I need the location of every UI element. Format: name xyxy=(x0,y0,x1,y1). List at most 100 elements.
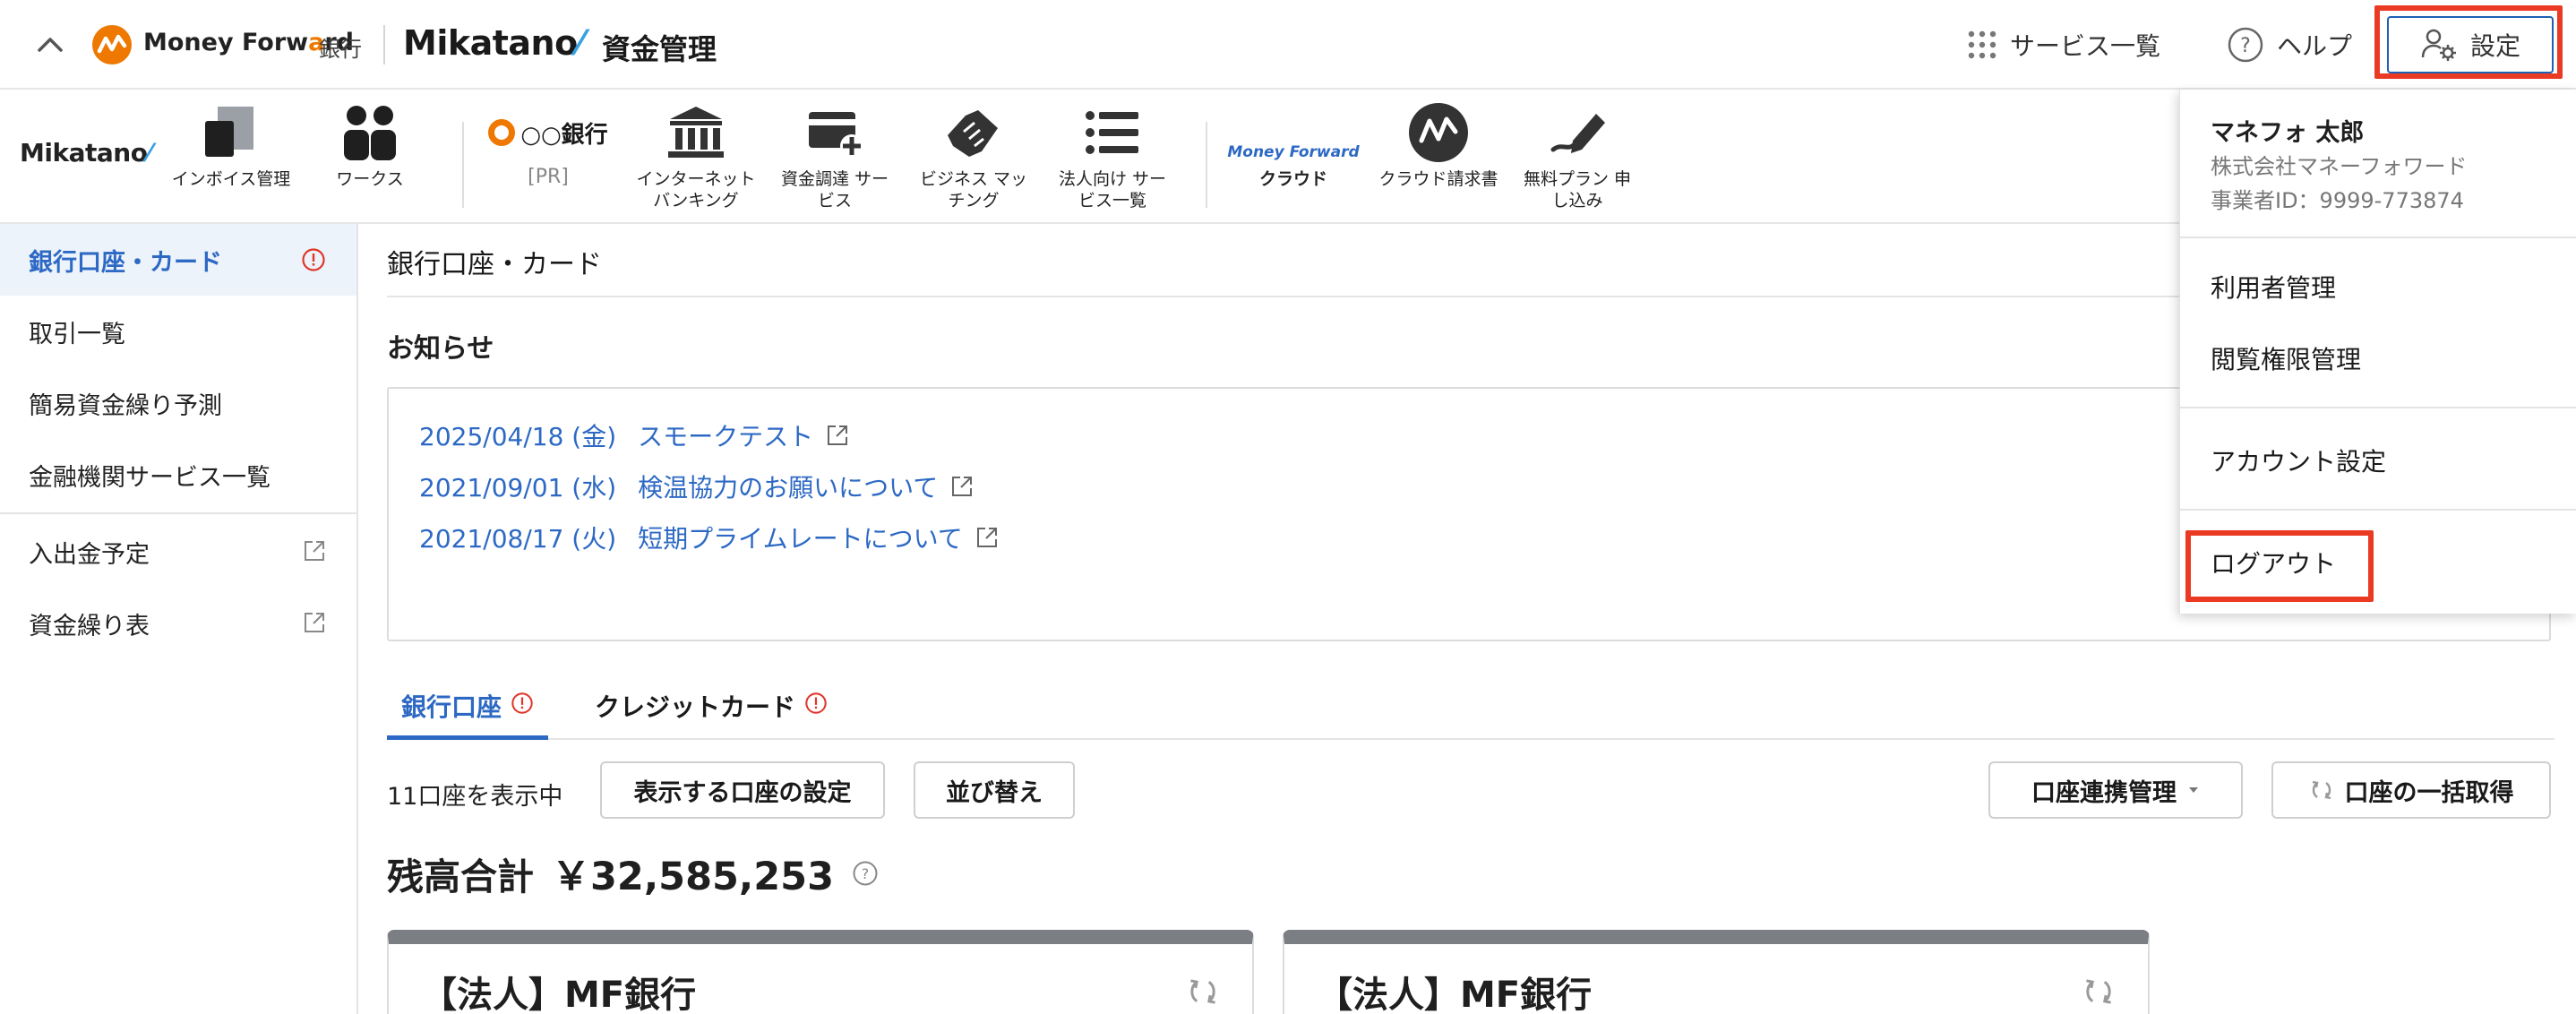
company-name: 株式会社マネーフォワード xyxy=(2211,154,2468,179)
alert-circle-icon xyxy=(511,692,534,715)
menu-divider xyxy=(2180,509,2576,511)
signup-pen-icon xyxy=(1543,99,1611,167)
bank-building-icon xyxy=(662,99,730,167)
service-label: ワークス xyxy=(336,169,404,189)
mf-cloud-logo: Money Forward xyxy=(1227,143,1360,161)
help-button[interactable]: ? ヘルプ xyxy=(2227,20,2352,70)
refresh-icon[interactable] xyxy=(1186,975,1220,1009)
news-link[interactable]: 2021/08/17 (火) 短期プライムレートについて xyxy=(419,520,999,555)
service-label: ○○銀行 xyxy=(520,121,608,149)
menu-item-user-management[interactable]: 利用者管理 xyxy=(2211,269,2336,305)
svg-text:?: ? xyxy=(2240,35,2251,57)
balance-amount: ￥32,585,253 xyxy=(552,855,835,899)
grid-dots-icon xyxy=(1967,30,1997,60)
refresh-icon[interactable] xyxy=(2082,975,2116,1009)
balance-label: 残高合計 xyxy=(387,855,534,898)
settings-dropdown-menu: マネフォ 太郎 株式会社マネーフォワード 事業者ID：9999-773874 利… xyxy=(2179,90,2576,614)
collapse-chevron-icon[interactable] xyxy=(30,29,70,61)
mikatano-logo: Mikatano⁄ xyxy=(403,23,583,63)
sidebar: 銀行口座・カード 取引一覧 簡易資金繰り予測 金融機関サービス一覧 入出金予定 … xyxy=(0,224,358,1014)
sidebar-item-cashflow-table[interactable]: 資金繰り表 xyxy=(0,588,356,659)
service-business-matching[interactable]: ビジネス マッ チング xyxy=(902,99,1045,211)
handshake-icon xyxy=(940,99,1008,167)
sidebar-item-cashflow-forecast[interactable]: 簡易資金繰り予測 xyxy=(0,367,356,439)
mikatano-small-logo: Mikatano⁄ xyxy=(20,138,151,168)
tab-label: クレジットカード xyxy=(595,692,796,722)
tab-credit-cards[interactable]: クレジットカード xyxy=(580,688,842,740)
notice-heading: お知らせ xyxy=(387,333,494,365)
works-icon xyxy=(336,99,404,167)
link-management-dropdown[interactable]: 口座連携管理 xyxy=(1988,761,2243,819)
settings-label: 設定 xyxy=(2469,31,2520,61)
menu-item-account-settings[interactable]: アカウント設定 xyxy=(2211,443,2386,478)
balance-total: 残高合計 ￥32,585,253 ? xyxy=(387,846,879,901)
account-tabs: 銀行口座 クレジットカード xyxy=(387,684,2555,740)
service-corporate-list[interactable]: 法人向け サー ビス一覧 xyxy=(1041,99,1184,211)
account-count: 11口座を表示中 xyxy=(387,783,563,811)
service-internet-banking[interactable]: インターネット バンキング xyxy=(624,99,768,211)
top-bar: Money Forward 銀行 Mikatano⁄ 資金管理 サービス一覧 ?… xyxy=(0,0,2576,90)
sidebar-item-label: 資金繰り表 xyxy=(29,612,150,640)
sort-button[interactable]: 並び替え xyxy=(914,761,1075,819)
account-card[interactable]: 【法人】MF銀行 xyxy=(1283,930,2150,1014)
service-invoice[interactable]: インボイス管理 xyxy=(159,99,303,190)
cloud-invoice-icon xyxy=(1404,99,1473,167)
sidebar-divider xyxy=(0,512,356,514)
external-link-icon xyxy=(826,424,849,447)
news-date: 2021/09/01 (水) xyxy=(419,473,617,503)
service-separator xyxy=(1206,122,1207,208)
settings-button[interactable]: 設定 xyxy=(2387,16,2554,73)
display-settings-button[interactable]: 表示する口座の設定 xyxy=(600,761,885,819)
service-mf-cloud[interactable]: Money Forward クラウド xyxy=(1222,99,1365,190)
account-card-name: 【法人】MF銀行 xyxy=(1317,975,1593,1014)
menu-divider xyxy=(2180,407,2576,408)
news-link[interactable]: 2025/04/18 (金) スモークテスト xyxy=(419,417,849,453)
external-link-icon xyxy=(303,611,326,634)
bulk-fetch-button[interactable]: 口座の一括取得 xyxy=(2271,761,2551,819)
external-link-icon xyxy=(975,526,999,549)
service-free-plan-signup[interactable]: 無料プラン 申 し込み xyxy=(1506,99,1649,211)
brand-sub-label: 銀行 xyxy=(319,37,362,62)
news-link[interactable]: 2021/09/01 (水) 検温協力のお願いについて xyxy=(419,468,974,504)
question-circle-icon: ? xyxy=(2227,26,2264,64)
news-title: スモークテスト xyxy=(638,422,814,451)
service-bank-pr[interactable]: ○○銀行 [PR] xyxy=(477,99,620,188)
user-gear-icon xyxy=(2420,27,2458,63)
menu-item-view-permissions[interactable]: 閲覧権限管理 xyxy=(2211,340,2361,376)
news-date: 2025/04/18 (金) xyxy=(419,422,617,451)
tab-bank-accounts[interactable]: 銀行口座 xyxy=(387,688,549,740)
sidebar-item-institution-services[interactable]: 金融機関サービス一覧 xyxy=(0,439,356,511)
page-title: 銀行口座・カード xyxy=(387,249,602,280)
service-label: クラウド請求書 xyxy=(1378,169,1498,189)
news-date: 2021/08/17 (火) xyxy=(419,524,617,554)
account-card-name: 【法人】MF銀行 xyxy=(421,975,697,1014)
list-icon xyxy=(1078,99,1146,167)
service-cloud-invoice[interactable]: クラウド請求書 xyxy=(1367,99,1510,190)
sidebar-item-transactions[interactable]: 取引一覧 xyxy=(0,296,356,367)
sidebar-item-label: 入出金予定 xyxy=(29,540,150,569)
bank-ring-icon xyxy=(488,119,516,146)
services-label: サービス一覧 xyxy=(2010,31,2161,61)
funding-icon xyxy=(801,99,869,167)
menu-item-logout[interactable]: ログアウト xyxy=(2211,545,2336,580)
alert-circle-icon xyxy=(804,692,828,715)
news-title: 短期プライムレートについて xyxy=(638,524,963,554)
money-forward-logo-icon xyxy=(91,24,133,65)
sidebar-item-bank-accounts[interactable]: 銀行口座・カード xyxy=(0,224,356,296)
news-title: 検温協力のお願いについて xyxy=(638,473,939,503)
sidebar-item-label: 取引一覧 xyxy=(29,320,125,348)
service-label: インターネット バンキング xyxy=(636,169,756,211)
service-works[interactable]: ワークス xyxy=(298,99,442,190)
sidebar-item-label: 銀行口座・カード xyxy=(29,248,222,277)
service-separator xyxy=(462,122,464,208)
services-menu-button[interactable]: サービス一覧 xyxy=(1967,20,2160,70)
question-circle-icon[interactable]: ? xyxy=(852,860,879,887)
business-id: 事業者ID：9999-773874 xyxy=(2211,188,2464,213)
svg-text:?: ? xyxy=(862,865,870,882)
service-funding[interactable]: 資金調達 サー ビス xyxy=(763,99,906,211)
user-name: マネフォ 太郎 xyxy=(2211,119,2365,147)
account-card[interactable]: 【法人】MF銀行 xyxy=(387,930,1254,1014)
caret-down-icon xyxy=(2187,786,2200,795)
service-label: 法人向け サー ビス一覧 xyxy=(1058,169,1167,211)
sidebar-item-scheduled-payments[interactable]: 入出金予定 xyxy=(0,516,356,588)
